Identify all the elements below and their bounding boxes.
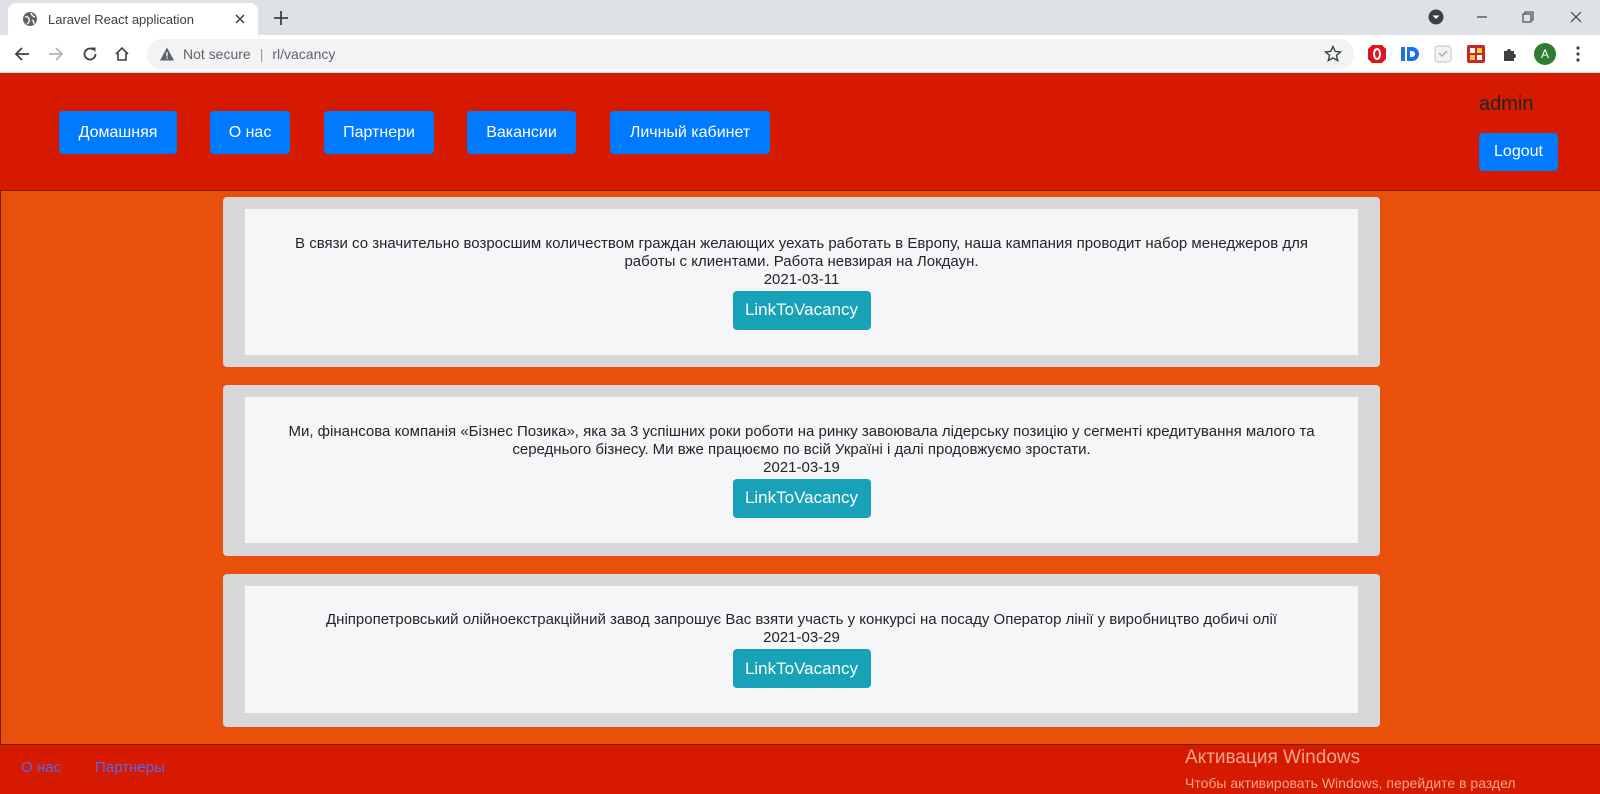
home-icon[interactable] (110, 42, 134, 66)
vacancy-card: Дніпропетровський олійноекстракційний за… (223, 574, 1380, 727)
page-viewport: Домашняя О нас Партнери Вакансии Личный … (0, 73, 1600, 794)
warning-triangle-icon[interactable] (159, 46, 175, 62)
logout-button[interactable]: Logout (1479, 133, 1558, 171)
vacancy-card: В связи со значительно возросшим количес… (223, 197, 1380, 367)
vacancy-card-body: Ми, фінансова компанія «Бізнес Позика», … (245, 397, 1358, 543)
security-status[interactable]: Not secure (183, 46, 251, 62)
close-tab-icon[interactable] (232, 11, 248, 27)
profile-avatar[interactable]: A (1534, 43, 1556, 65)
nav-account[interactable]: Личный кабинет (610, 111, 770, 154)
new-tab-button[interactable] (270, 8, 292, 28)
vacancy-card: Ми, фінансова компанія «Бізнес Позика», … (223, 385, 1380, 556)
vacancy-date: 2021-03-11 (763, 270, 840, 288)
link-to-vacancy-button[interactable]: LinkToVacancy (732, 290, 871, 330)
tab-search-icon[interactable] (1424, 6, 1448, 28)
vacancy-card-body: В связи со значительно возросшим количес… (245, 209, 1358, 355)
shield-extension-icon[interactable] (1433, 44, 1453, 64)
globe-icon (22, 11, 38, 27)
opera-extension-icon[interactable] (1367, 44, 1387, 64)
browser-tabstrip: Laravel React application (0, 0, 1600, 35)
browser-toolbar: Not secure | rl/vacancy A (0, 35, 1600, 73)
vacancy-date: 2021-03-19 (763, 458, 840, 476)
site-header: Домашняя О нас Партнери Вакансии Личный … (0, 73, 1600, 191)
id-extension-icon[interactable] (1400, 44, 1420, 64)
close-window-icon[interactable] (1564, 6, 1588, 28)
vacancy-description: Дніпропетровський олійноекстракційний за… (326, 611, 1277, 628)
footer-link-partners[interactable]: Партнеры (95, 759, 165, 776)
minimize-icon[interactable] (1470, 6, 1494, 28)
bookmark-star-icon[interactable] (1324, 45, 1342, 63)
colorful-extension-icon[interactable] (1466, 44, 1486, 64)
browser-tab[interactable]: Laravel React application (8, 3, 258, 35)
site-footer: О нас Партнеры Активация Windows Чтобы а… (0, 744, 1600, 794)
puzzle-extensions-icon[interactable] (1500, 44, 1520, 64)
back-arrow-icon[interactable] (10, 42, 34, 66)
vacancy-date: 2021-03-29 (763, 629, 840, 646)
nav-vacancies[interactable]: Вакансии (467, 111, 576, 154)
windows-activation-subtitle: Чтобы активировать Windows, перейдите в … (1185, 775, 1516, 791)
nav-partners[interactable]: Партнери (324, 111, 434, 154)
link-to-vacancy-button[interactable]: LinkToVacancy (732, 649, 871, 688)
vacancy-description: Ми, фінансова компанія «Бізнес Позика», … (288, 422, 1315, 458)
vacancy-card-body: Дніпропетровський олійноекстракційний за… (245, 586, 1358, 713)
vacancy-description: В связи со значительно возросшим количес… (295, 234, 1308, 270)
forward-arrow-icon[interactable] (44, 42, 68, 66)
restore-icon[interactable] (1516, 6, 1540, 28)
link-to-vacancy-button[interactable]: LinkToVacancy (732, 478, 871, 518)
nav-about[interactable]: О нас (210, 111, 290, 154)
tab-title: Laravel React application (48, 11, 194, 27)
url-text[interactable]: rl/vacancy (272, 46, 1324, 62)
footer-link-about[interactable]: О нас (21, 759, 61, 776)
omnibox-separator: | (259, 46, 264, 62)
address-bar[interactable]: Not secure | rl/vacancy (147, 39, 1354, 69)
username: admin (1479, 93, 1534, 115)
menu-dots-icon[interactable] (1568, 44, 1588, 64)
nav-home[interactable]: Домашняя (59, 111, 177, 154)
windows-activation-title: Активация Windows (1185, 747, 1361, 768)
reload-icon[interactable] (78, 42, 102, 66)
vacancy-list: В связи со значительно возросшим количес… (0, 191, 1600, 744)
